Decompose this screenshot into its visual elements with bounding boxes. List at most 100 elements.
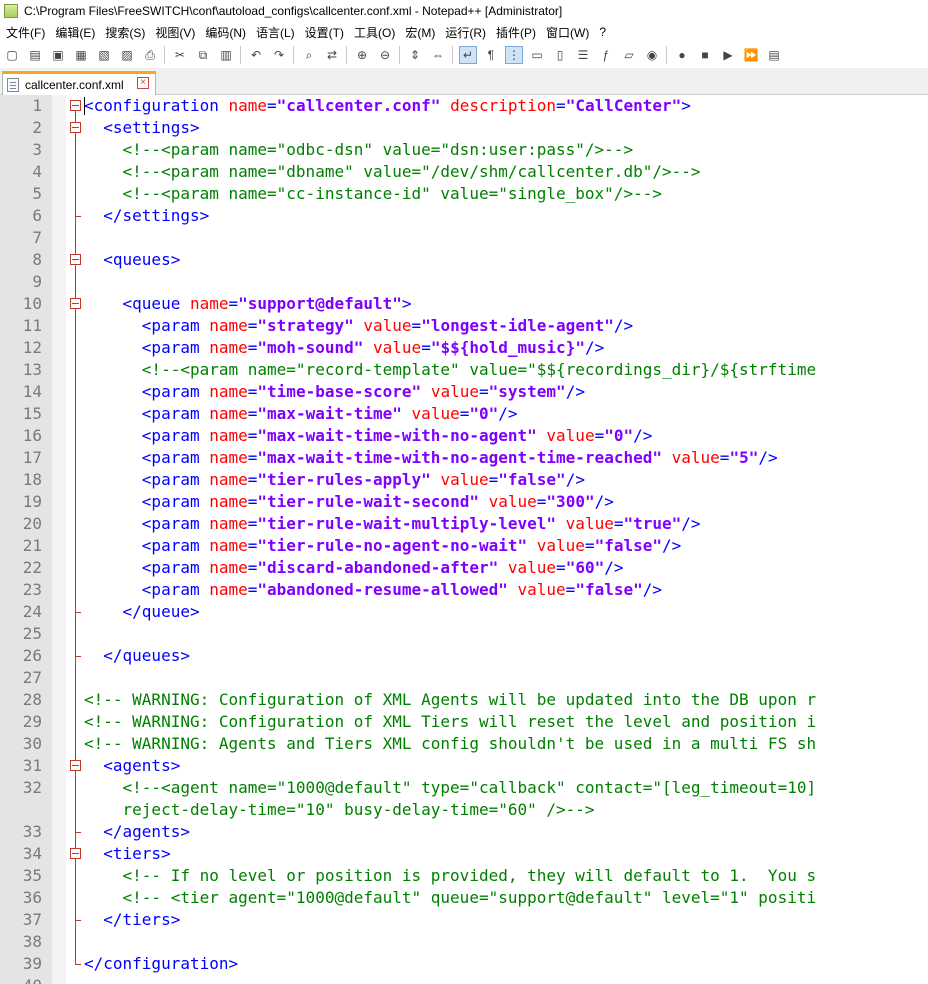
code-line[interactable]: 36 <!-- <tier agent="1000@default" queue… xyxy=(0,887,928,909)
line-number: 12 xyxy=(22,338,42,357)
code-line[interactable]: 20 <param name="tier-rule-wait-multiply-… xyxy=(0,513,928,535)
code-line[interactable]: 40 xyxy=(0,975,928,984)
replace-icon[interactable]: ⇄ xyxy=(323,46,341,64)
code-line[interactable]: 3 <!--<param name="odbc-dsn" value="dsn:… xyxy=(0,139,928,161)
code-line[interactable]: 33 </agents> xyxy=(0,821,928,843)
code-line[interactable]: 14 <param name="time-base-score" value="… xyxy=(0,381,928,403)
playback-icon[interactable]: ▶ xyxy=(719,46,737,64)
code-line[interactable]: 30 <!-- WARNING: Agents and Tiers XML con… xyxy=(0,733,928,755)
line-number: 22 xyxy=(22,558,42,577)
doc-map-icon[interactable]: ▯ xyxy=(551,46,569,64)
run-multiple-icon[interactable]: ⏩ xyxy=(742,46,760,64)
udl-icon[interactable]: ▭ xyxy=(528,46,546,64)
code-line[interactable]: 21 <param name="tier-rule-no-agent-no-wa… xyxy=(0,535,928,557)
menu-item[interactable]: 工具(O) xyxy=(348,24,399,41)
code-line[interactable]: 19 <param name="tier-rule-wait-second" v… xyxy=(0,491,928,513)
code-line[interactable]: 18 <param name="tier-rules-apply" value=… xyxy=(0,469,928,491)
zoom-in-icon[interactable]: ⊕ xyxy=(353,46,371,64)
fold-toggle-icon[interactable] xyxy=(70,848,81,859)
fold-toggle-icon[interactable] xyxy=(70,100,81,111)
record-macro-icon[interactable]: ● xyxy=(673,46,691,64)
code-line[interactable]: 10 <queue name="support@default"> xyxy=(0,293,928,315)
code-line[interactable]: 38 xyxy=(0,931,928,953)
show-all-chars-icon[interactable]: ¶ xyxy=(482,46,500,64)
fold-toggle-icon[interactable] xyxy=(70,760,81,771)
undo-icon[interactable]: ↶ xyxy=(247,46,265,64)
open-file-icon[interactable]: ▤ xyxy=(26,46,44,64)
code-line[interactable]: 28 <!-- WARNING: Configuration of XML Age… xyxy=(0,689,928,711)
code-line[interactable]: 35 <!-- If no level or position is provi… xyxy=(0,865,928,887)
code-line[interactable]: 17 <param name="max-wait-time-with-no-ag… xyxy=(0,447,928,469)
code-line[interactable]: 23 <param name="abandoned-resume-allowed… xyxy=(0,579,928,601)
zoom-out-icon[interactable]: ⊖ xyxy=(376,46,394,64)
fold-toggle-icon[interactable] xyxy=(70,122,81,133)
save-icon[interactable]: ▣ xyxy=(49,46,67,64)
code-line[interactable]: reject-delay-time="10" busy-delay-time="… xyxy=(0,799,928,821)
code-line[interactable]: 1 <configuration name="callcenter.conf" d… xyxy=(0,95,928,117)
close-icon[interactable]: ▧ xyxy=(95,46,113,64)
paste-icon[interactable]: ▥ xyxy=(217,46,235,64)
sync-horizontal-icon[interactable]: ⇔ xyxy=(429,46,447,64)
monitoring-icon[interactable]: ◉ xyxy=(643,46,661,64)
menu-item[interactable]: 运行(R) xyxy=(439,24,490,41)
close-all-icon[interactable]: ▨ xyxy=(118,46,136,64)
code-line[interactable]: 32 <!--<agent name="1000@default" type="… xyxy=(0,777,928,799)
save-all-icon[interactable]: ▦ xyxy=(72,46,90,64)
menu-item[interactable]: 编辑(E) xyxy=(49,24,99,41)
menu-item[interactable]: 文件(F) xyxy=(0,24,49,41)
code-line[interactable]: 12 <param name="moh-sound" value="$${hol… xyxy=(0,337,928,359)
function-list-icon[interactable]: ƒ xyxy=(597,46,615,64)
code-line[interactable]: 2 <settings> xyxy=(0,117,928,139)
editor[interactable]: 1 <configuration name="callcenter.conf" d… xyxy=(0,95,928,984)
doc-list-icon[interactable]: ☰ xyxy=(574,46,592,64)
print-icon[interactable]: ⎙ xyxy=(141,46,159,64)
code-line[interactable]: 5 <!--<param name="cc-instance-id" value… xyxy=(0,183,928,205)
code-line[interactable]: 4 <!--<param name="dbname" value="/dev/s… xyxy=(0,161,928,183)
code-line[interactable]: 11 <param name="strategy" value="longest… xyxy=(0,315,928,337)
code-line[interactable]: 29 <!-- WARNING: Configuration of XML Tie… xyxy=(0,711,928,733)
stop-record-icon[interactable]: ■ xyxy=(696,46,714,64)
code-line[interactable]: 39 </configuration> xyxy=(0,953,928,975)
code-line[interactable]: 37 </tiers> xyxy=(0,909,928,931)
code-line[interactable]: 31 <agents> xyxy=(0,755,928,777)
menu-item[interactable]: ? xyxy=(593,25,610,39)
copy-icon[interactable]: ⧉ xyxy=(194,46,212,64)
code-line[interactable]: 7 xyxy=(0,227,928,249)
folder-workspace-icon[interactable]: ▱ xyxy=(620,46,638,64)
menu-item[interactable]: 编码(N) xyxy=(199,24,250,41)
fold-toggle-icon[interactable] xyxy=(70,254,81,265)
code-line[interactable]: 34 <tiers> xyxy=(0,843,928,865)
fold-toggle-icon[interactable] xyxy=(70,298,81,309)
code-line[interactable]: 25 xyxy=(0,623,928,645)
tab-callcenter-conf[interactable]: callcenter.conf.xml × xyxy=(2,71,156,95)
tab-close-icon[interactable]: × xyxy=(137,77,149,89)
code-line[interactable]: 8 <queues> xyxy=(0,249,928,271)
menu-item[interactable]: 视图(V) xyxy=(149,24,199,41)
code-text: <!--<param name="cc-instance-id" value="… xyxy=(84,183,662,205)
menu-item[interactable]: 窗口(W) xyxy=(540,24,593,41)
word-wrap-icon[interactable]: ↵ xyxy=(459,46,477,64)
code-line[interactable]: 24 </queue> xyxy=(0,601,928,623)
menu-item[interactable]: 插件(P) xyxy=(490,24,540,41)
cut-icon[interactable]: ✂ xyxy=(171,46,189,64)
save-macro-icon[interactable]: ▤ xyxy=(765,46,783,64)
code-line[interactable]: 27 xyxy=(0,667,928,689)
sync-vertical-icon[interactable]: ⇕ xyxy=(406,46,424,64)
code-token: name xyxy=(209,338,248,357)
code-line[interactable]: 9 xyxy=(0,271,928,293)
menu-item[interactable]: 搜索(S) xyxy=(99,24,149,41)
menu-item[interactable]: 设置(T) xyxy=(299,24,348,41)
indent-guide-icon[interactable]: ⋮ xyxy=(505,46,523,64)
code-line[interactable]: 13 <!--<param name="record-template" val… xyxy=(0,359,928,381)
code-line[interactable]: 26 </queues> xyxy=(0,645,928,667)
menu-item[interactable]: 语言(L) xyxy=(250,24,299,41)
menu-item[interactable]: 宏(M) xyxy=(399,24,439,41)
code-line[interactable]: 15 <param name="max-wait-time" value="0"… xyxy=(0,403,928,425)
code-line[interactable]: 22 <param name="discard-abandoned-after"… xyxy=(0,557,928,579)
code-line[interactable]: 6 </settings> xyxy=(0,205,928,227)
redo-icon[interactable]: ↷ xyxy=(270,46,288,64)
new-file-icon[interactable]: ▢ xyxy=(3,46,21,64)
find-icon[interactable]: ⌕ xyxy=(300,46,318,64)
code-line[interactable]: 16 <param name="max-wait-time-with-no-ag… xyxy=(0,425,928,447)
